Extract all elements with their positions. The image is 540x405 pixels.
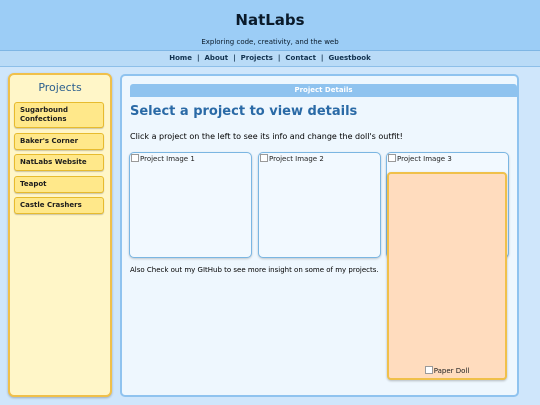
project-image-2: Project Image 2 (260, 154, 324, 163)
image-alt-text: Project Image 3 (397, 155, 452, 163)
nav-bar: Home | About | Projects | Contact | Guestbook (0, 51, 540, 67)
project-image-3: Project Image 3 (388, 154, 452, 163)
nav-guestbook[interactable]: Guestbook (328, 54, 370, 62)
nav-home[interactable]: Home (169, 54, 192, 62)
instruction-text: Click a project on the left to see its i… (130, 132, 403, 141)
project-label: NatLabs Website (20, 158, 87, 166)
project-label: Teapot (20, 180, 47, 188)
project-button-teapot[interactable]: Teapot (14, 176, 104, 193)
nav-separator: | (320, 54, 324, 62)
page-title: Select a project to view details (130, 104, 358, 119)
broken-image-icon (131, 154, 139, 162)
paper-doll-image: Paper Doll (389, 366, 505, 375)
nav-projects[interactable]: Projects (241, 54, 273, 62)
image-alt-text: Project Image 2 (269, 155, 324, 163)
nav-separator: | (233, 54, 236, 62)
project-label: Castle Crashers (20, 201, 82, 209)
project-button-natlabs-website[interactable]: NatLabs Website (14, 154, 104, 171)
paper-doll-panel: Paper Doll (387, 172, 507, 380)
project-label: Baker's Corner (20, 137, 79, 145)
broken-image-icon (388, 154, 396, 162)
project-label: Sugarbound Confections (20, 106, 69, 123)
github-note: Also Check out my GItHub to see more ins… (130, 266, 379, 274)
broken-image-icon (424, 366, 433, 374)
site-header: NatLabs Exploring code, creativity, and … (0, 0, 540, 51)
project-image-card-2: Project Image 2 (258, 152, 381, 258)
site-tagline: Exploring code, creativity, and the web (201, 38, 339, 46)
image-alt-text: Project Image 1 (140, 155, 195, 163)
projects-sidebar: Projects Sugarbound Confections Baker's … (8, 73, 112, 397)
nav-contact[interactable]: Contact (285, 54, 316, 62)
project-image-card-1: Project Image 1 (129, 152, 252, 258)
sidebar-title: Projects (38, 81, 82, 94)
site-title: NatLabs (235, 11, 305, 29)
broken-image-icon (260, 154, 268, 162)
nav-separator: | (196, 54, 200, 62)
nav-separator: | (277, 54, 281, 62)
project-button-bakers-corner[interactable]: Baker's Corner (14, 133, 104, 150)
nav-about[interactable]: About (205, 54, 229, 62)
project-button-sugarbound[interactable]: Sugarbound Confections (14, 102, 104, 128)
project-details-panel: Project Details Select a project to view… (120, 74, 519, 397)
project-image-1: Project Image 1 (131, 154, 195, 163)
project-button-castle-crashers[interactable]: Castle Crashers (14, 197, 104, 214)
panel-title-bar: Project Details (130, 84, 517, 97)
image-alt-text: Paper Doll (433, 367, 470, 375)
